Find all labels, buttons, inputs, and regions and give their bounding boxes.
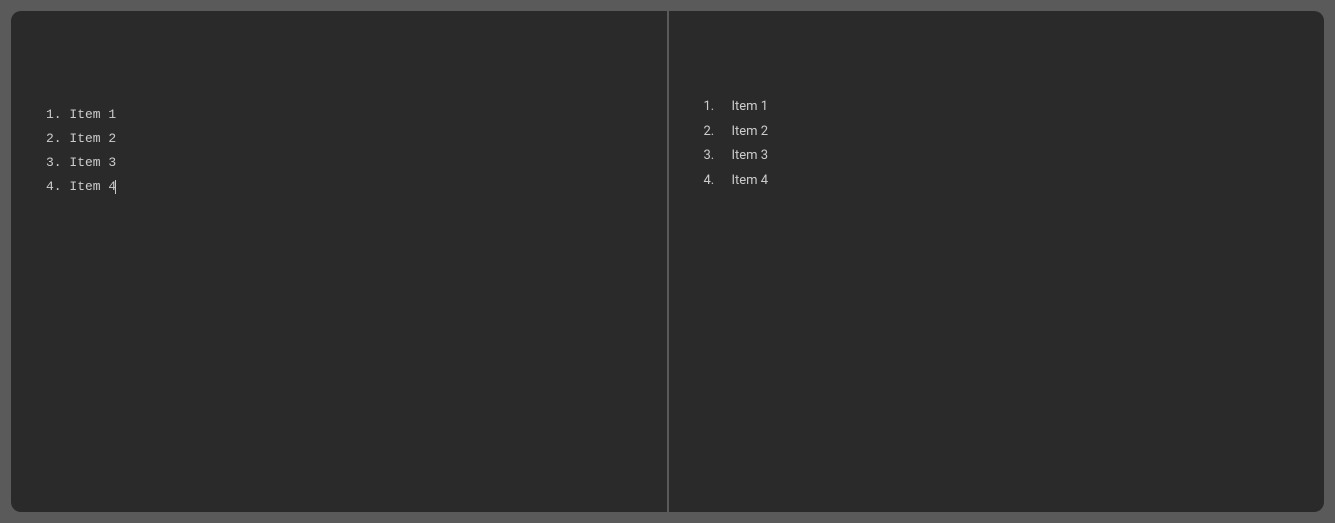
list-item-text: Item 3: [728, 148, 769, 163]
source-text: 4. Item 4: [46, 179, 116, 194]
text-cursor: [115, 180, 116, 194]
source-line[interactable]: 1. Item 1: [46, 103, 632, 127]
list-item-text: Item 1: [728, 99, 769, 114]
source-line[interactable]: 3. Item 3: [46, 151, 632, 175]
split-editor-container: 1. Item 1 2. Item 2 3. Item 3 4. Item 4 …: [11, 11, 1324, 512]
list-item: Item 1: [728, 95, 1290, 120]
list-item-text: Item 2: [728, 124, 769, 139]
source-line[interactable]: 2. Item 2: [46, 127, 632, 151]
list-item: Item 3: [728, 144, 1290, 169]
source-editor-panel[interactable]: 1. Item 1 2. Item 2 3. Item 3 4. Item 4: [11, 11, 667, 512]
list-item-text: Item 4: [728, 173, 769, 188]
preview-panel: Item 1 Item 2 Item 3 Item 4: [669, 11, 1325, 512]
list-item: Item 4: [728, 169, 1290, 194]
preview-ordered-list: Item 1 Item 2 Item 3 Item 4: [704, 95, 1290, 193]
list-item: Item 2: [728, 120, 1290, 145]
source-line[interactable]: 4. Item 4: [46, 175, 632, 199]
